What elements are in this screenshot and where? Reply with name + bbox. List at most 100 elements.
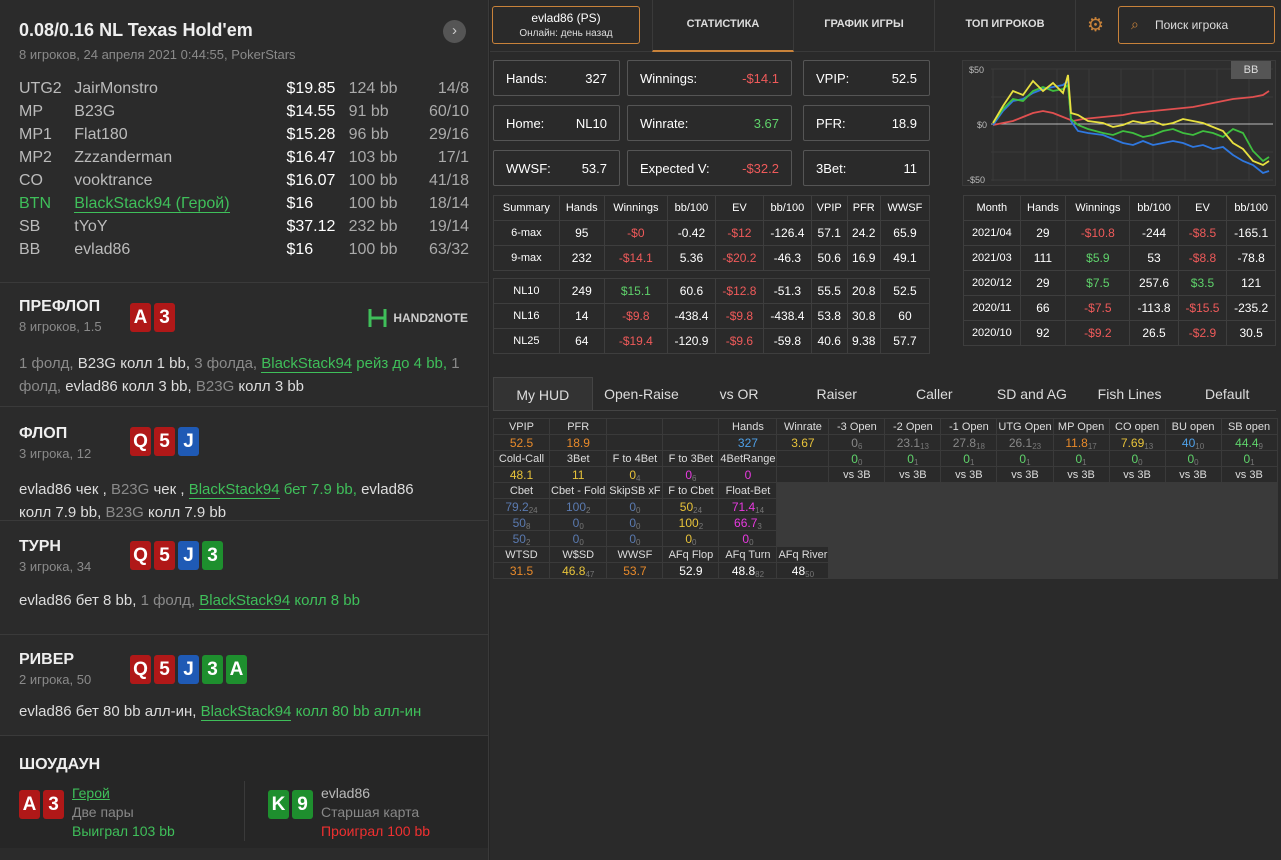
hud-cell[interactable]: -3 Open bbox=[828, 418, 886, 435]
hud-cell[interactable]: 06 bbox=[828, 434, 886, 451]
hud-cell[interactable]: Winrate bbox=[776, 418, 830, 435]
hud-cell[interactable]: 01 bbox=[996, 450, 1054, 467]
chevron-right-icon[interactable]: › bbox=[443, 20, 466, 43]
hud-cell[interactable]: 48.882 bbox=[718, 562, 778, 579]
tab-statistics[interactable]: СТАТИСТИКА bbox=[652, 0, 794, 52]
column-header[interactable]: EV bbox=[714, 195, 764, 221]
hud-cell[interactable]: vs 3B bbox=[1052, 466, 1110, 483]
hud-cell[interactable]: 31.5 bbox=[493, 562, 550, 579]
hud-cell[interactable]: 00 bbox=[718, 530, 778, 547]
hud-tab[interactable]: Caller bbox=[886, 377, 984, 410]
player-row[interactable]: SB tYoY $37.12 232 bb 19/14 bbox=[19, 215, 469, 238]
hud-cell[interactable]: 4850 bbox=[776, 562, 830, 579]
column-header[interactable]: bb/100 bbox=[1226, 195, 1276, 221]
player-row[interactable]: MP B23G $14.55 91 bb 60/10 bbox=[19, 100, 469, 123]
hud-cell[interactable]: 508 bbox=[493, 514, 550, 531]
hud-cell[interactable]: F to 3Bet bbox=[662, 450, 720, 467]
hud-cell[interactable]: 01 bbox=[940, 450, 998, 467]
hud-cell[interactable]: VPIP bbox=[493, 418, 550, 435]
column-header[interactable]: Hands bbox=[558, 195, 605, 221]
hud-cell[interactable]: 00 bbox=[828, 450, 886, 467]
hud-cell[interactable]: 00 bbox=[606, 514, 664, 531]
hud-cell[interactable]: 00 bbox=[606, 530, 664, 547]
hud-tab[interactable]: My HUD bbox=[493, 377, 593, 410]
column-header[interactable]: WWSF bbox=[879, 195, 931, 221]
hud-cell[interactable]: 00 bbox=[1108, 450, 1166, 467]
hud-cell[interactable]: 00 bbox=[1164, 450, 1222, 467]
hero-name[interactable]: Герой bbox=[72, 784, 175, 803]
chart-unit-badge[interactable]: BB bbox=[1231, 61, 1271, 79]
hud-cell[interactable]: SkipSB xF bbox=[606, 482, 664, 499]
hud-cell[interactable]: BU open bbox=[1164, 418, 1222, 435]
hud-cell[interactable]: 4010 bbox=[1164, 434, 1222, 451]
player-row[interactable]: BTN BlackStack94 (Герой) $16 100 bb 18/14 bbox=[19, 192, 469, 215]
column-header[interactable]: PFR bbox=[846, 195, 881, 221]
hud-cell[interactable]: 00 bbox=[548, 530, 608, 547]
column-header[interactable]: VPIP bbox=[810, 195, 848, 221]
hud-cell[interactable]: vs 3B bbox=[1164, 466, 1222, 483]
hud-tab[interactable]: vs OR bbox=[690, 377, 788, 410]
hud-cell[interactable]: 01 bbox=[884, 450, 942, 467]
column-header[interactable]: Winnings bbox=[603, 195, 669, 221]
player-row[interactable]: BB evlad86 $16 100 bb 63/32 bbox=[19, 238, 469, 261]
hud-cell[interactable]: WTSD bbox=[493, 546, 550, 563]
hud-cell[interactable]: 46.847 bbox=[548, 562, 608, 579]
hud-cell[interactable]: 327 bbox=[718, 434, 778, 451]
hud-cell[interactable]: 26.123 bbox=[996, 434, 1054, 451]
hud-cell[interactable]: CO open bbox=[1108, 418, 1166, 435]
hud-tab[interactable]: Open-Raise bbox=[593, 377, 691, 410]
hud-cell[interactable]: 3.67 bbox=[776, 434, 830, 451]
hud-cell[interactable]: 06 bbox=[662, 466, 720, 483]
hud-cell[interactable]: vs 3B bbox=[1108, 466, 1166, 483]
hud-cell[interactable]: UTG Open bbox=[996, 418, 1054, 435]
player-row[interactable]: CO vooktrance $16.07 100 bb 41/18 bbox=[19, 169, 469, 192]
tab-top-players[interactable]: ТОП ИГРОКОВ bbox=[935, 0, 1076, 52]
hud-cell[interactable]: Float-Bet bbox=[718, 482, 778, 499]
player-row[interactable]: MP2 Zzzanderman $16.47 103 bb 17/1 bbox=[19, 146, 469, 169]
hud-cell[interactable]: vs 3B bbox=[884, 466, 942, 483]
hud-cell[interactable]: -2 Open bbox=[884, 418, 942, 435]
hud-cell[interactable]: 3Bet bbox=[548, 450, 608, 467]
player-row[interactable]: MP1 Flat180 $15.28 96 bb 29/16 bbox=[19, 123, 469, 146]
hud-cell[interactable]: 79.224 bbox=[493, 498, 550, 515]
hud-cell[interactable]: vs 3B bbox=[828, 466, 886, 483]
hud-cell[interactable]: 18.9 bbox=[548, 434, 608, 451]
hud-cell[interactable]: 11 bbox=[548, 466, 608, 483]
hud-cell[interactable]: Cbet - Fold bbox=[548, 482, 608, 499]
hud-cell[interactable]: F to 4Bet bbox=[606, 450, 664, 467]
column-header[interactable]: Summary bbox=[493, 195, 560, 221]
hud-cell[interactable]: 00 bbox=[548, 514, 608, 531]
hud-cell[interactable]: 04 bbox=[606, 466, 664, 483]
hud-tab[interactable]: Raiser bbox=[788, 377, 886, 410]
hud-cell[interactable]: 71.414 bbox=[718, 498, 778, 515]
hud-cell[interactable]: PFR bbox=[548, 418, 608, 435]
hud-cell[interactable]: 0 bbox=[718, 466, 778, 483]
hud-cell[interactable]: Cbet bbox=[493, 482, 550, 499]
hud-cell[interactable]: 5024 bbox=[662, 498, 720, 515]
hud-cell[interactable]: 1002 bbox=[662, 514, 720, 531]
hud-cell[interactable]: 4BetRange bbox=[718, 450, 778, 467]
hud-cell[interactable]: 48.1 bbox=[493, 466, 550, 483]
tab-game-chart[interactable]: ГРАФИК ИГРЫ bbox=[794, 0, 935, 52]
hud-cell[interactable]: vs 3B bbox=[940, 466, 998, 483]
hud-cell[interactable]: AFq Turn bbox=[718, 546, 778, 563]
hero-link[interactable]: BlackStack94 bbox=[199, 592, 291, 610]
column-header[interactable]: bb/100 bbox=[762, 195, 812, 221]
hud-cell[interactable]: Cold-Call bbox=[493, 450, 550, 467]
hud-cell[interactable]: 52.9 bbox=[662, 562, 720, 579]
hud-cell[interactable]: 1002 bbox=[548, 498, 608, 515]
hud-cell[interactable]: WWSF bbox=[606, 546, 664, 563]
hero-link[interactable]: BlackStack94 bbox=[200, 703, 292, 721]
player-row[interactable]: UTG2 JairMonstro $19.85 124 bb 14/8 bbox=[19, 77, 469, 100]
player-selector-button[interactable]: evlad86 (PS) Онлайн: день назад bbox=[492, 6, 640, 44]
hero-link[interactable]: BlackStack94 bbox=[188, 481, 280, 499]
gear-icon[interactable]: ⚙ bbox=[1087, 14, 1104, 37]
hud-cell[interactable]: Hands bbox=[718, 418, 778, 435]
column-header[interactable]: EV bbox=[1177, 195, 1228, 221]
hud-cell[interactable]: 66.73 bbox=[718, 514, 778, 531]
hud-cell[interactable]: 01 bbox=[1052, 450, 1110, 467]
hud-tab[interactable]: Fish Lines bbox=[1081, 377, 1179, 410]
hud-cell[interactable]: 52.5 bbox=[493, 434, 550, 451]
hud-cell[interactable]: 27.818 bbox=[940, 434, 998, 451]
column-header[interactable]: Month bbox=[963, 195, 1021, 221]
